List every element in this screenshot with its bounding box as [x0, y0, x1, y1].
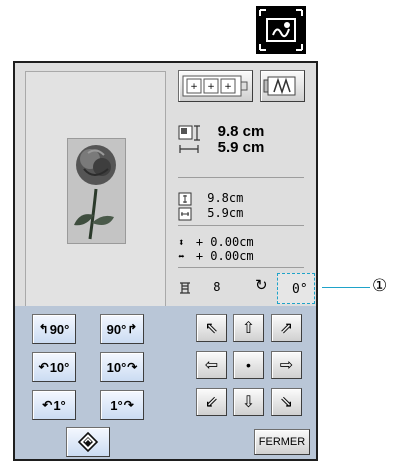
rotate-left-10-button[interactable]: ↶ 10° [32, 352, 76, 382]
embroidery-frame-icon [263, 76, 296, 96]
move-down-right-button[interactable]: ⇘ [271, 388, 302, 416]
vertical-move-icon: ⬍ [178, 236, 185, 249]
size-width-row: 5.9 cm [178, 139, 264, 156]
diamond-icon [77, 431, 99, 453]
preview-button[interactable] [260, 70, 305, 102]
frame-height-icon [178, 192, 192, 205]
close-button[interactable]: FERMER [254, 429, 310, 455]
rotate-left-90-button[interactable]: ↰ 90° [32, 314, 76, 344]
svg-text:+: + [190, 82, 198, 92]
rotation-icon: ↻ [255, 277, 268, 294]
orig-height-value: 9.8cm [207, 191, 244, 205]
offset-vertical-row: ⬍ + 0.00cm [178, 235, 254, 249]
rotate-left-1-button[interactable]: ↶ 1° [32, 390, 76, 420]
divider [178, 177, 304, 178]
rotate-right-90-button[interactable]: 90° ↱ [100, 314, 144, 344]
resize-icon-button[interactable] [256, 6, 306, 54]
arrow-down-right-icon: ⇘ [279, 394, 294, 411]
center-dot-icon: • [246, 357, 251, 373]
size-height-value: 9.8 cm [217, 123, 265, 140]
orig-width-row: 5.9cm [178, 206, 243, 221]
center-button[interactable]: • [233, 351, 264, 379]
rotation-angle-value: 0° [292, 282, 308, 297]
arrow-down-icon: ⇩ [241, 394, 256, 411]
edit-screen: + + + 9.8 cm 5.9 cm 9.8cm 5.9cm ⬍ + 0.00… [13, 61, 318, 461]
move-up-left-button[interactable]: ⇖ [196, 314, 227, 342]
arrow-up-icon: ⇧ [241, 320, 256, 337]
width-icon [179, 144, 199, 153]
rotate-left-icon: ↶ [42, 398, 53, 412]
move-right-button[interactable]: ⇨ [271, 351, 302, 379]
thread-change-count: 8 [213, 280, 221, 294]
offset-vertical-value: + 0.00cm [195, 235, 254, 249]
move-up-button[interactable]: ⇧ [233, 314, 264, 342]
move-down-left-button[interactable]: ⇙ [196, 388, 227, 416]
callout-number: ① [372, 276, 388, 296]
orig-height-row: 9.8cm [178, 191, 243, 206]
frame-width-icon [178, 207, 192, 220]
move-up-right-button[interactable]: ⇗ [271, 314, 302, 342]
rotate-left-icon: ↰ [38, 322, 49, 336]
pattern-preview [25, 71, 166, 309]
divider [178, 225, 304, 226]
rotate-left-icon: ↶ [38, 360, 49, 374]
rotate-right-icon: ↷ [123, 398, 134, 412]
hoop-size-button[interactable]: + + + [178, 70, 253, 102]
resize-icon [259, 9, 303, 51]
arrow-up-left-icon: ⇖ [204, 320, 219, 337]
horizontal-move-icon: ⬌ [178, 250, 185, 263]
rotate-right-icon: ↷ [127, 360, 138, 374]
arrow-right-icon: ⇨ [279, 357, 294, 374]
move-left-button[interactable]: ⇦ [196, 351, 227, 379]
set-button[interactable] [66, 427, 110, 457]
spool-icon [180, 281, 190, 294]
arrow-left-icon: ⇦ [204, 357, 219, 374]
svg-text:+: + [207, 82, 215, 92]
move-down-button[interactable]: ⇩ [233, 388, 264, 416]
rotate-right-10-button[interactable]: 10° ↷ [100, 352, 144, 382]
rotate-right-1-button[interactable]: 1° ↷ [100, 390, 144, 420]
arrow-down-left-icon: ⇙ [204, 394, 219, 411]
divider [178, 267, 304, 268]
rose-image [74, 145, 116, 240]
orig-width-value: 5.9cm [207, 206, 244, 220]
svg-text:+: + [224, 82, 232, 92]
size-width-value: 5.9 cm [217, 139, 265, 156]
control-panel: ↰ 90° 90° ↱ ↶ 10° 10° ↷ ↶ 1° 1° ↷ ⇖ ⇧ ⇗ ⇦ • [15, 306, 316, 459]
offset-horizontal-row: ⬌ + 0.00cm [178, 249, 254, 263]
rotation-angle-display: 0° [277, 273, 315, 304]
offset-horizontal-value: + 0.00cm [195, 249, 254, 263]
callout-line [322, 287, 370, 288]
thread-change-row: 8 [178, 280, 220, 295]
rose-pattern [67, 138, 126, 244]
arrow-up-right-icon: ⇗ [279, 320, 294, 337]
rotate-right-icon: ↱ [127, 322, 138, 336]
hoop-size-icon: + + + [182, 75, 248, 97]
